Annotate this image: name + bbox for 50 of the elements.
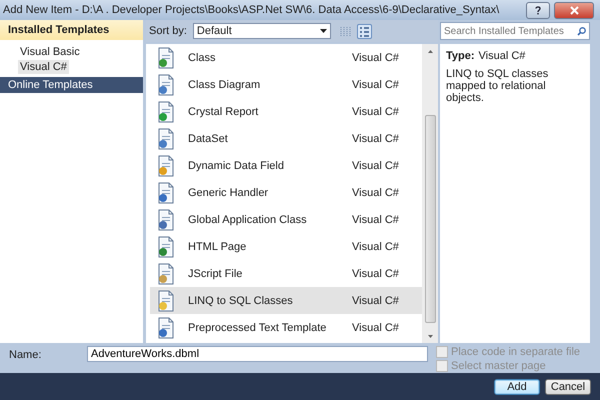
type-value: Visual C# (478, 50, 526, 62)
grid-icon (340, 26, 351, 36)
dialog-button[interactable]: Add (494, 378, 540, 394)
search-icon (577, 26, 586, 36)
sidebar-item[interactable]: Visual Basic (18, 45, 82, 59)
document-icon (156, 262, 176, 284)
document-icon (156, 290, 176, 312)
sort-dropdown[interactable]: Default (192, 23, 331, 39)
template-item[interactable]: JScript File Visual C# (150, 260, 422, 287)
sidebar-header[interactable]: Online Templates (0, 77, 143, 93)
document-icon (156, 128, 176, 150)
template-item[interactable]: DataSet Visual C# (150, 125, 422, 152)
template-item[interactable]: Dynamic Data Field Visual C# (150, 152, 422, 179)
document-icon (156, 74, 176, 96)
help-icon (535, 6, 541, 14)
document-icon (156, 182, 176, 204)
scroll-down-icon (428, 335, 432, 338)
template-item[interactable]: Crystal Report Visual C# (150, 98, 422, 125)
document-icon (156, 154, 176, 176)
search-field[interactable]: Search Installed Templates (440, 22, 590, 40)
template-description: LINQ to SQL classes mapped to relational objects. (446, 68, 550, 104)
template-item[interactable]: HTML Page Visual C# (150, 233, 422, 260)
view-button[interactable] (356, 24, 372, 38)
document-icon (156, 316, 176, 338)
template-item[interactable]: Preprocessed Text Template Visual C# (150, 314, 422, 341)
caret-icon (320, 29, 327, 33)
scroll-up-icon (428, 50, 432, 53)
list-icon (358, 26, 370, 36)
document-icon (156, 208, 176, 230)
dialog-button[interactable]: Cancel (545, 378, 591, 394)
template-item[interactable]: Global Application Class Visual C# (150, 206, 422, 233)
scroll-thumb[interactable] (424, 115, 436, 323)
template-item[interactable]: Class Visual C# (150, 44, 422, 71)
document-icon (156, 46, 176, 68)
sort-label: Sort by: (149, 25, 187, 37)
help-button[interactable] (526, 2, 550, 18)
sidebar-header[interactable]: Installed Templates (0, 20, 143, 40)
close-button[interactable] (554, 2, 594, 18)
template-item[interactable]: Class Diagram Visual C# (150, 71, 422, 98)
name-field[interactable]: AdventureWorks.dbml (87, 346, 428, 362)
template-item[interactable]: Generic Handler Visual C# (150, 179, 422, 206)
document-icon (156, 100, 176, 122)
scrollbar[interactable] (422, 44, 438, 343)
sidebar-item[interactable]: Visual C# (18, 60, 69, 74)
close-icon (570, 6, 578, 14)
name-label: Name: (8, 348, 42, 361)
type-label: Type: (446, 50, 475, 62)
document-icon (156, 236, 176, 258)
window-title: Add New Item - D:\A . Developer Projects\Books\ASP.Net SW\6. Data Access\6-9\Declarative_Syntax\ (3, 4, 500, 16)
template-item[interactable]: LINQ to SQL Classes Visual C# (150, 287, 422, 314)
